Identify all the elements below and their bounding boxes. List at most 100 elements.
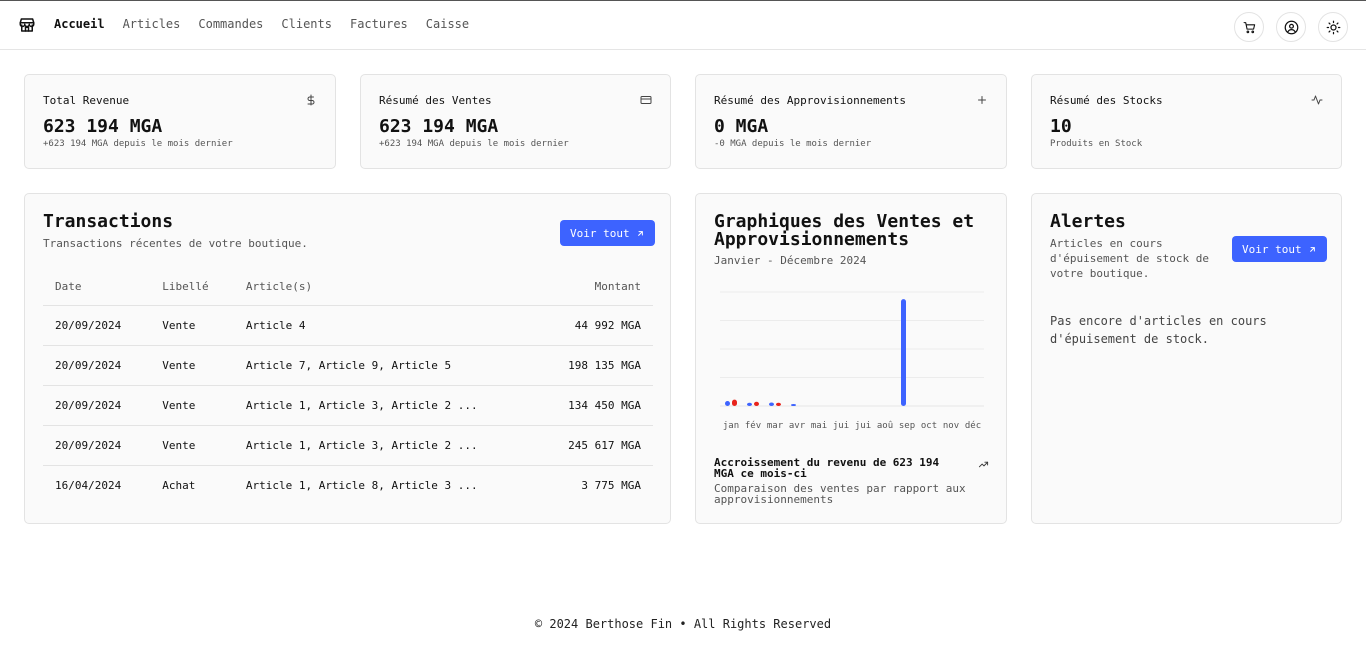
cell-montant: 44 992 MGA xyxy=(537,305,653,346)
x-tick-label: aoû xyxy=(877,421,893,431)
x-tick-label: jan xyxy=(723,421,739,431)
summary-value: 623 194 MGA xyxy=(43,116,163,137)
summary-value: 0 MGA xyxy=(714,116,769,137)
chart-title: Graphiques des Ventes et Approvisionneme… xyxy=(714,211,975,250)
cell-libelle: Vente xyxy=(150,425,234,466)
sales-chart-card: Graphiques des Ventes et Approvisionneme… xyxy=(695,193,1007,524)
summary-card-stocks: Résumé des Stocks 10 Produits en Stock xyxy=(1031,74,1342,169)
x-tick-label: sep xyxy=(899,421,915,431)
nav-commandes[interactable]: Commandes xyxy=(198,17,263,31)
page-footer: © 2024 Berthose Fin • All Rights Reserve… xyxy=(534,617,832,631)
user-icon xyxy=(1284,20,1298,34)
alerts-description: Articles en cours d'épuisement de stock … xyxy=(1050,237,1209,280)
summary-title: Résumé des Ventes xyxy=(379,94,492,107)
chart-bar[interactable] xyxy=(754,401,759,406)
cell-libelle: Achat xyxy=(162,478,196,492)
summary-value: 623 194 MGA xyxy=(379,116,499,137)
table-row[interactable]: 16/04/2024 Achat Article 1, Article 8, A… xyxy=(43,465,653,505)
account-button[interactable] xyxy=(1276,12,1306,42)
alerts-title: Alertes xyxy=(1050,211,1126,232)
alerts-view-all-button[interactable]: Voir tout xyxy=(1232,236,1327,262)
arrow-up-right-icon xyxy=(637,230,643,236)
x-tick-label: jui xyxy=(833,421,849,431)
plus-icon xyxy=(978,96,986,104)
trending-up-icon xyxy=(978,461,989,468)
top-navbar: Accueil Articles Commandes Clients Factu… xyxy=(0,1,1366,50)
transactions-title: Transactions xyxy=(43,211,174,232)
x-tick-label: fév xyxy=(745,420,761,431)
cell-montant: 3 775 MGA xyxy=(581,478,641,492)
cell-date: 20/09/2024 xyxy=(43,305,151,346)
cell-libelle: Vente xyxy=(150,385,234,426)
column-header-libelle[interactable]: Libellé xyxy=(150,269,234,306)
cell-articles: Article 7, Article 9, Article 5 xyxy=(233,345,538,386)
table-row[interactable]: 20/09/2024 Vente Article 4 44 992 MGA xyxy=(43,305,653,346)
column-header-montant[interactable]: Montant xyxy=(537,269,653,306)
column-header-articles[interactable]: Article(s) xyxy=(233,269,538,306)
summary-subtext: -0 MGA depuis le mois dernier xyxy=(714,139,872,149)
nav-accueil[interactable]: Accueil xyxy=(54,17,105,31)
transactions-table: Date Libellé Article(s) Montant 20/09/20… xyxy=(43,269,653,505)
cart-icon xyxy=(1243,21,1255,33)
summary-card-approvisionnements: Résumé des Approvisionnements 0 MGA -0 M… xyxy=(695,74,1007,169)
cell-articles: Article 1, Article 3, Article 2 ... xyxy=(233,385,538,426)
summary-card-ventes: Résumé des Ventes 623 194 MGA +623 194 M… xyxy=(360,74,671,169)
summary-subtext: +623 194 MGA depuis le mois dernier xyxy=(379,139,569,149)
chart-bar[interactable] xyxy=(769,402,774,406)
chart-subtitle: Janvier - Décembre 2024 xyxy=(714,254,867,267)
x-tick-label: avr xyxy=(789,421,806,431)
cell-articles: Article 1, Article 8, Article 3 ... xyxy=(245,478,478,492)
x-tick-label: jui xyxy=(855,421,871,431)
cell-date: 20/09/2024 xyxy=(43,345,151,386)
x-tick-label: oct xyxy=(921,421,937,431)
chart-bar[interactable] xyxy=(732,399,737,406)
nav-factures[interactable]: Factures xyxy=(350,17,408,31)
arrow-up-right-icon xyxy=(1309,246,1315,252)
cell-date: 20/09/2024 xyxy=(43,385,151,426)
column-header-date[interactable]: Date xyxy=(43,269,151,306)
cell-libelle: Vente xyxy=(150,305,234,346)
summary-title: Total Revenue xyxy=(43,94,130,107)
sun-icon xyxy=(1326,20,1340,34)
transactions-card: Transactions Transactions récentes de vo… xyxy=(24,193,671,524)
activity-icon xyxy=(1311,95,1323,105)
chart-bar[interactable] xyxy=(901,299,906,406)
button-label: Voir tout xyxy=(570,226,630,240)
sales-supply-bar-chart[interactable]: jan fév mar avr mai jui jui aoû sep oct nov déc xyxy=(714,284,990,434)
summary-card-revenue: Total Revenue 623 194 MGA +623 194 MGA d… xyxy=(24,74,336,169)
chart-bar[interactable] xyxy=(747,402,752,406)
cell-articles: Article 4 xyxy=(233,305,538,346)
nav-caisse[interactable]: Caisse xyxy=(426,17,469,31)
chart-footer-title: Accroissement du revenu de 623 194 MGA c… xyxy=(714,456,940,480)
transactions-description: Transactions récentes de votre boutique. xyxy=(43,237,308,250)
cell-date: 16/04/2024 xyxy=(55,478,122,492)
cell-date: 20/09/2024 xyxy=(43,425,151,466)
x-tick-label: déc xyxy=(965,420,981,431)
x-tick-label: mai xyxy=(811,421,827,431)
table-row[interactable]: 20/09/2024 Vente Article 1, Article 3, A… xyxy=(43,385,653,426)
cell-libelle: Vente xyxy=(150,345,234,386)
cell-montant: 134 450 MGA xyxy=(537,385,653,426)
cell-montant: 198 135 MGA xyxy=(537,345,653,386)
summary-value: 10 xyxy=(1050,116,1072,137)
chart-bar[interactable] xyxy=(725,401,730,406)
cell-montant: 245 617 MGA xyxy=(537,425,653,466)
x-tick-label: nov xyxy=(943,421,959,431)
summary-title: Résumé des Approvisionnements xyxy=(714,94,907,107)
table-row[interactable]: 20/09/2024 Vente Article 7, Article 9, A… xyxy=(43,345,653,386)
store-icon[interactable] xyxy=(18,16,36,34)
alerts-empty-message: Pas encore d'articles en cours d'épuisem… xyxy=(1050,314,1267,346)
alerts-card: Alertes Articles en cours d'épuisement d… xyxy=(1031,193,1342,524)
table-row[interactable]: 20/09/2024 Vente Article 1, Article 3, A… xyxy=(43,425,653,466)
x-tick-label: mar xyxy=(767,421,784,431)
chart-bar[interactable] xyxy=(791,404,796,406)
nav-articles[interactable]: Articles xyxy=(123,17,181,31)
transactions-view-all-button[interactable]: Voir tout xyxy=(560,220,655,246)
chart-footer-description: Comparaison des ventes par rapport aux a… xyxy=(714,482,966,506)
nav-clients[interactable]: Clients xyxy=(281,17,332,31)
cart-button[interactable] xyxy=(1234,12,1264,42)
summary-subtext: +623 194 MGA depuis le mois dernier xyxy=(43,139,233,149)
chart-bar[interactable] xyxy=(776,402,781,406)
theme-toggle-button[interactable] xyxy=(1318,12,1348,42)
cell-articles: Article 1, Article 3, Article 2 ... xyxy=(233,425,538,466)
